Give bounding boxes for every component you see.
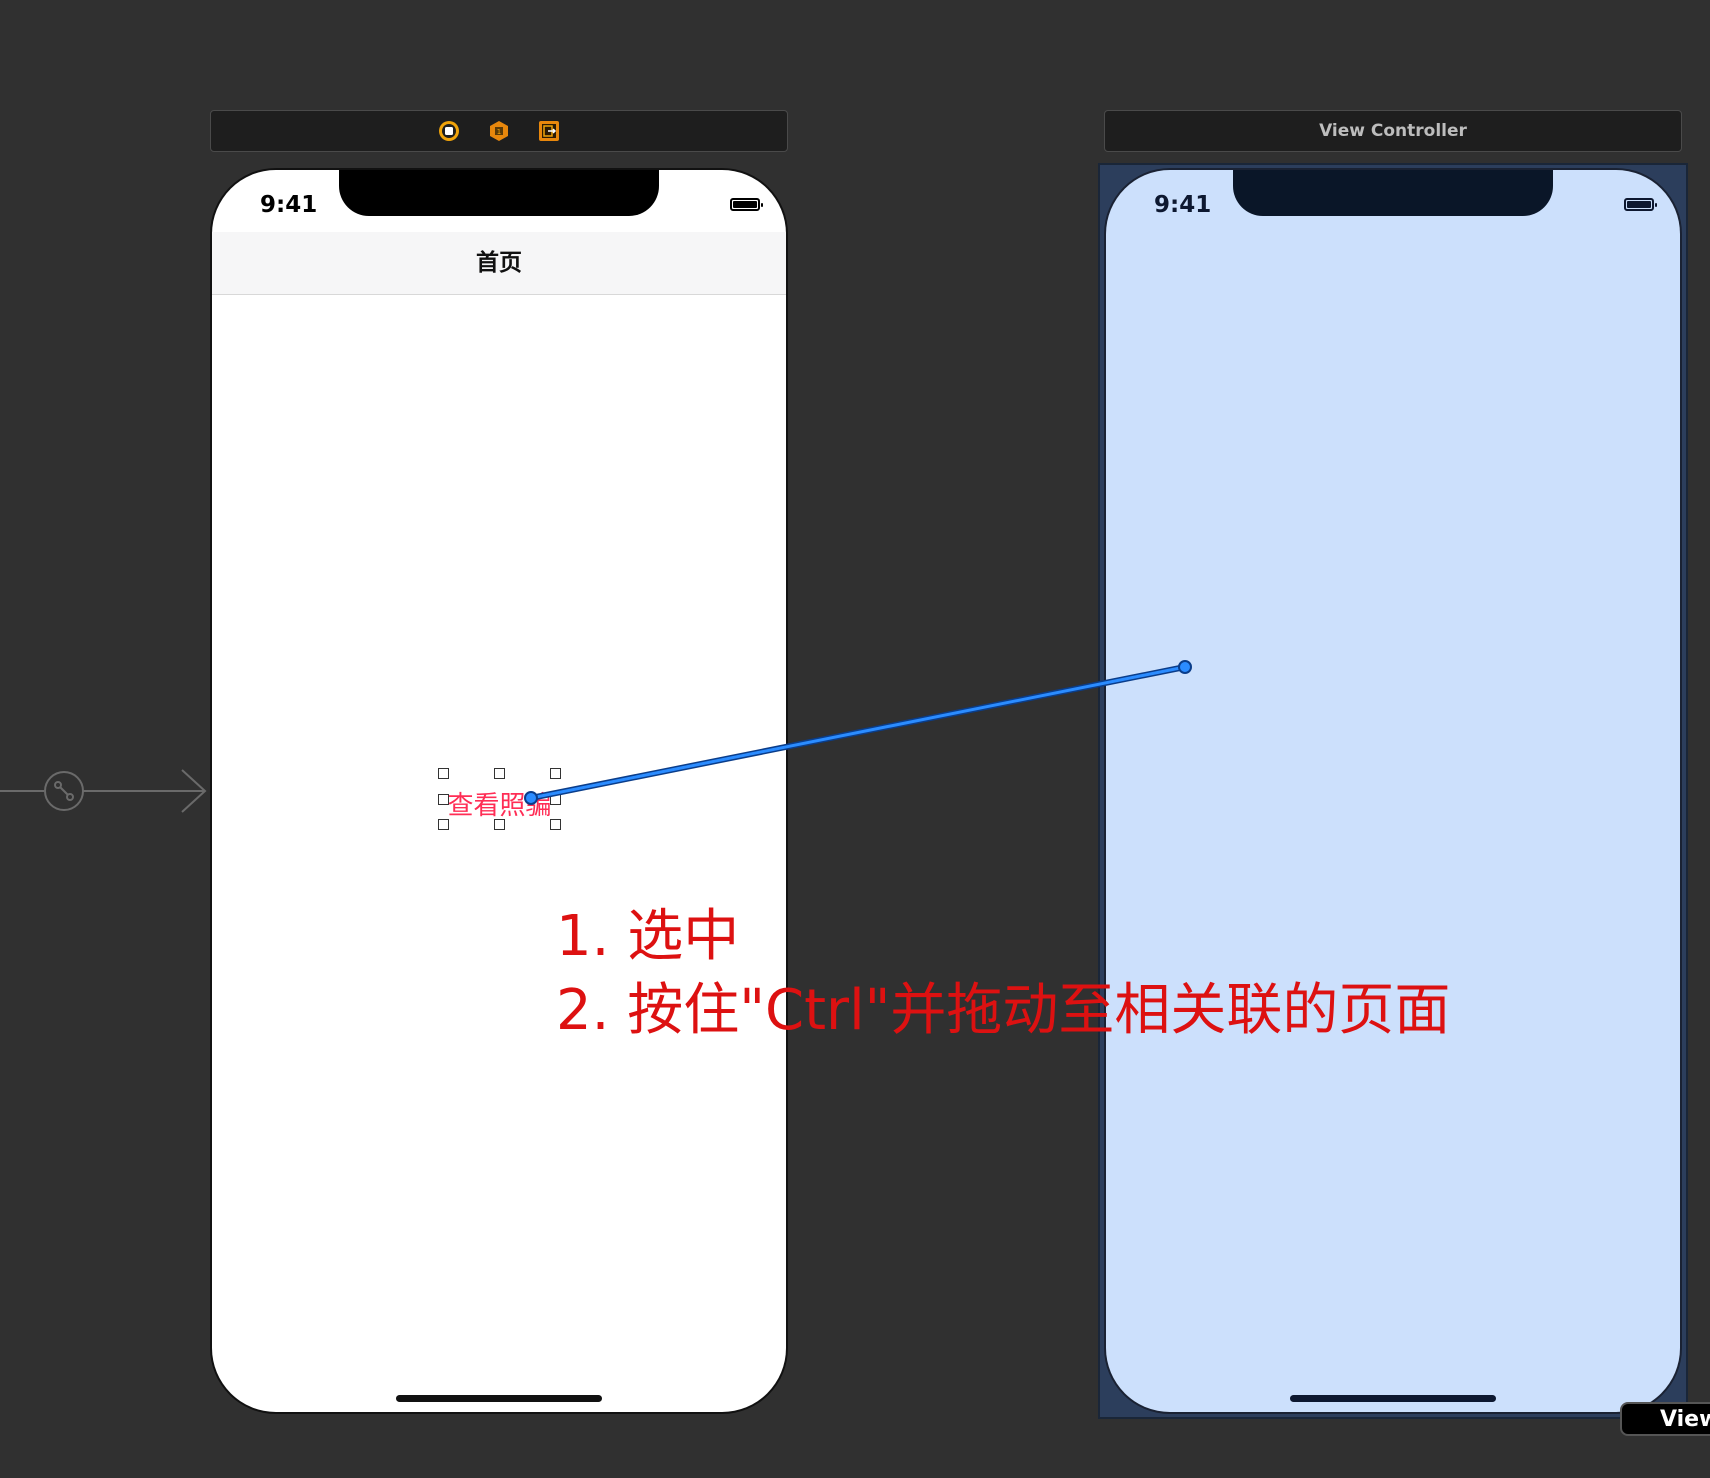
first-responder-icon[interactable]: 1 (488, 120, 510, 142)
view-photos-button-label: 查看照骗 (447, 791, 552, 821)
view-photos-button[interactable]: 查看照骗 (438, 768, 561, 830)
resize-handle-bc[interactable] (494, 819, 505, 830)
navigation-bar[interactable]: 首页 (212, 232, 786, 295)
entry-point-arrow[interactable] (0, 758, 210, 824)
exit-icon[interactable] (538, 120, 560, 142)
scene-title: View Controller (1319, 121, 1467, 141)
nav-title: 首页 (476, 250, 522, 276)
resize-handle-bl[interactable] (438, 819, 449, 830)
view-controller-scene[interactable]: 9:41 (1106, 170, 1680, 1412)
battery-icon (730, 198, 763, 211)
device-notch (1233, 170, 1553, 216)
view-controller-icon[interactable] (438, 120, 460, 142)
scene-corner-tag-label: View (1660, 1407, 1710, 1432)
resize-handle-ml[interactable] (438, 794, 449, 805)
device-notch (339, 170, 659, 216)
scene-dock-right[interactable]: View Controller (1104, 110, 1682, 152)
resize-handle-tc[interactable] (494, 768, 505, 779)
home-indicator (396, 1395, 602, 1402)
instruction-step-1: 1. 选中 (556, 904, 740, 969)
home-view-controller-scene[interactable]: 9:41 首页 查看照骗 (212, 170, 786, 1412)
instruction-annotation: 1. 选中 2. 按住"Ctrl"并拖动至相关联的页面 (556, 900, 1450, 1048)
scene-corner-tag[interactable]: View (1620, 1402, 1710, 1436)
resize-handle-tr[interactable] (550, 768, 561, 779)
status-bar-time: 9:41 (1154, 192, 1212, 218)
svg-text:1: 1 (497, 128, 501, 136)
instruction-step-2: 2. 按住"Ctrl"并拖动至相关联的页面 (556, 978, 1451, 1043)
status-bar-time: 9:41 (260, 192, 318, 218)
resize-handle-tl[interactable] (438, 768, 449, 779)
resize-handle-br[interactable] (550, 819, 561, 830)
segue-icon (54, 781, 74, 801)
resize-handle-mr[interactable] (550, 794, 561, 805)
home-indicator (1290, 1395, 1496, 1402)
battery-icon (1624, 198, 1657, 211)
scene-dock-left[interactable]: 1 (210, 110, 788, 152)
